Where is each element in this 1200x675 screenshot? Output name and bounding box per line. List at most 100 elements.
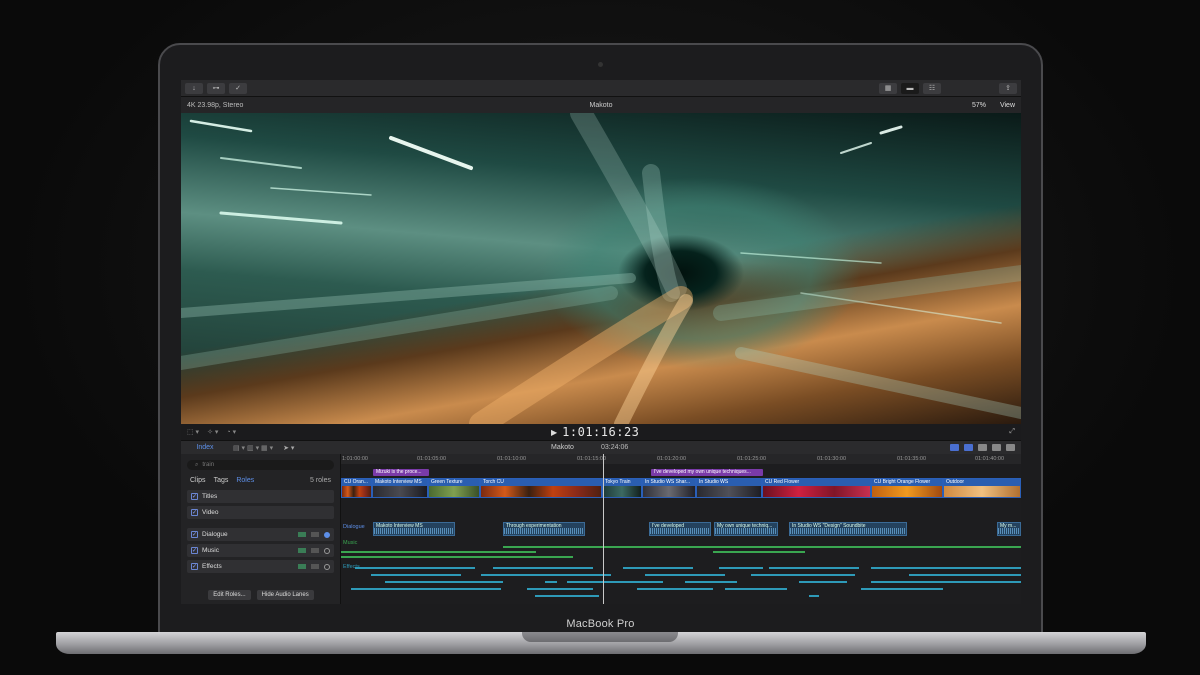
video-clip[interactable]: CU Red Flower [762, 478, 871, 498]
video-clip[interactable]: Tokyo Train [602, 478, 642, 498]
audio-clip[interactable]: Makoto Interview MS [373, 522, 455, 536]
effects-clip[interactable] [567, 581, 663, 583]
index-button[interactable]: Index [181, 444, 229, 451]
role-row-effects[interactable]: ✓ Effects [187, 560, 334, 573]
transform-menu-icon[interactable]: ⬚ ▾ [187, 428, 199, 436]
video-clip[interactable]: Makoto Interview MS [372, 478, 428, 498]
video-clip[interactable]: In Studio WS [696, 478, 762, 498]
background-tasks-button[interactable]: ✓ [229, 82, 247, 94]
effects-clip[interactable] [637, 588, 713, 590]
video-clip[interactable]: CU Bright Orange Flower [871, 478, 943, 498]
music-clip[interactable] [503, 546, 1021, 548]
timeline[interactable]: 1:01:00:00 01:01:05:00 01:01:10:00 01:01… [341, 454, 1021, 604]
effects-clip[interactable] [645, 574, 725, 576]
effects-clip[interactable] [355, 567, 475, 569]
checkbox-icon[interactable]: ✓ [191, 509, 198, 516]
role-label: Titles [202, 493, 218, 500]
playhead[interactable] [603, 454, 604, 604]
select-tool-icon[interactable]: ➤ ▾ [283, 444, 294, 452]
clip-appearance-icon[interactable]: ▤ ▾ ▥ ▾ ▦ ▾ [233, 444, 273, 452]
focus-icon[interactable] [324, 531, 330, 538]
effects-clip[interactable] [351, 588, 501, 590]
index-tabs: Clips Tags Roles 5 roles [181, 474, 340, 487]
skimming-icon[interactable] [964, 444, 973, 451]
music-clip[interactable] [713, 551, 805, 553]
title-clip[interactable]: I've developed my own unique techniques.… [651, 469, 763, 476]
effects-clip[interactable] [527, 588, 593, 590]
effects-clip[interactable] [751, 574, 855, 576]
effects-clip[interactable] [481, 574, 611, 576]
effects-clip[interactable] [545, 581, 557, 583]
import-button[interactable]: ↓ [185, 82, 203, 94]
effects-clip[interactable] [719, 567, 763, 569]
effects-clip[interactable] [535, 595, 599, 597]
effects-clip[interactable] [871, 581, 1021, 583]
enhance-menu-icon[interactable]: ✧ ▾ [207, 428, 218, 436]
lane-icon[interactable] [298, 547, 306, 553]
effects-clip[interactable] [725, 588, 787, 590]
effects-clip[interactable] [809, 595, 819, 597]
checkbox-icon[interactable]: ✓ [191, 493, 198, 500]
timecode-display[interactable]: 1:01:16:23 [562, 425, 639, 439]
timeline-toggle-button[interactable]: ▬ [901, 82, 919, 94]
audio-skimming-icon[interactable] [978, 444, 987, 451]
lane-icon[interactable] [298, 563, 306, 569]
effects-clip[interactable] [871, 567, 1021, 569]
keyword-button[interactable]: ⊶ [207, 82, 225, 94]
role-row-titles[interactable]: ✓ Titles [187, 490, 334, 503]
inspector-toggle-button[interactable]: ☷ [923, 82, 941, 94]
title-clip[interactable]: Mizuki is the proce... [373, 469, 429, 476]
video-clip[interactable]: Torch CU [480, 478, 602, 498]
focus-icon[interactable] [324, 547, 330, 554]
video-clip[interactable]: In Studio WS Shar... [642, 478, 696, 498]
hide-audio-lanes-button[interactable]: Hide Audio Lanes [256, 590, 314, 600]
music-clip[interactable] [341, 556, 573, 558]
browser-toggle-button[interactable]: ▦ [879, 82, 897, 94]
index-search-field[interactable]: ⌕ train [187, 460, 334, 470]
play-icon[interactable]: ▶ [551, 428, 557, 437]
timeline-ruler[interactable]: 1:01:00:00 01:01:05:00 01:01:10:00 01:01… [341, 454, 1021, 464]
effects-clip[interactable] [623, 567, 693, 569]
audio-clip[interactable]: Through experimentation [503, 522, 585, 536]
fullscreen-icon[interactable]: ⤢ [1009, 428, 1015, 436]
checkbox-icon[interactable]: ✓ [191, 547, 198, 554]
audio-clip[interactable]: My m... [997, 522, 1021, 536]
role-row-music[interactable]: ✓ Music [187, 544, 334, 557]
view-menu[interactable]: View [1000, 102, 1015, 109]
effects-clip[interactable] [861, 588, 943, 590]
effects-clip[interactable] [685, 581, 737, 583]
audio-clip[interactable]: My own unique techniq... [714, 522, 778, 536]
checkbox-icon[interactable]: ✓ [191, 563, 198, 570]
effects-clip[interactable] [909, 574, 1021, 576]
tab-clips[interactable]: Clips [190, 477, 206, 484]
effects-clip[interactable] [371, 574, 461, 576]
solo-icon[interactable] [992, 444, 1001, 451]
effects-clip[interactable] [799, 581, 847, 583]
zoom-menu[interactable]: 57% [972, 102, 986, 109]
tab-roles[interactable]: Roles [236, 477, 254, 484]
effects-clip[interactable] [769, 567, 859, 569]
role-row-dialogue[interactable]: ✓ Dialogue [187, 528, 334, 541]
effects-clip[interactable] [385, 581, 503, 583]
video-clip[interactable]: Outdoor [943, 478, 1021, 498]
snapping-icon[interactable] [950, 444, 959, 451]
collapse-icon[interactable] [311, 563, 319, 569]
role-row-video[interactable]: ✓ Video [187, 506, 334, 519]
collapse-icon[interactable] [311, 547, 319, 553]
lane-icon[interactable] [298, 531, 306, 537]
clip-appearance-toggle-icon[interactable] [1006, 444, 1015, 451]
checkbox-icon[interactable]: ✓ [191, 531, 198, 538]
share-button[interactable]: ⇪ [999, 82, 1017, 94]
collapse-icon[interactable] [311, 531, 319, 537]
focus-icon[interactable] [324, 563, 330, 570]
tab-tags[interactable]: Tags [214, 477, 229, 484]
effects-clip[interactable] [493, 567, 593, 569]
audio-clip[interactable]: I've developed [649, 522, 711, 536]
speed-menu-icon[interactable]: ◔ ▾ [226, 428, 236, 436]
edit-roles-button[interactable]: Edit Roles... [208, 590, 251, 600]
audio-clip[interactable]: In Studio WS "Design" Soundbite [789, 522, 907, 536]
music-clip[interactable] [341, 551, 536, 553]
video-clip[interactable]: Green Texture [428, 478, 480, 498]
ruler-tick: 01:01:10:00 [497, 456, 527, 462]
video-clip[interactable]: CU Oran... [341, 478, 372, 498]
